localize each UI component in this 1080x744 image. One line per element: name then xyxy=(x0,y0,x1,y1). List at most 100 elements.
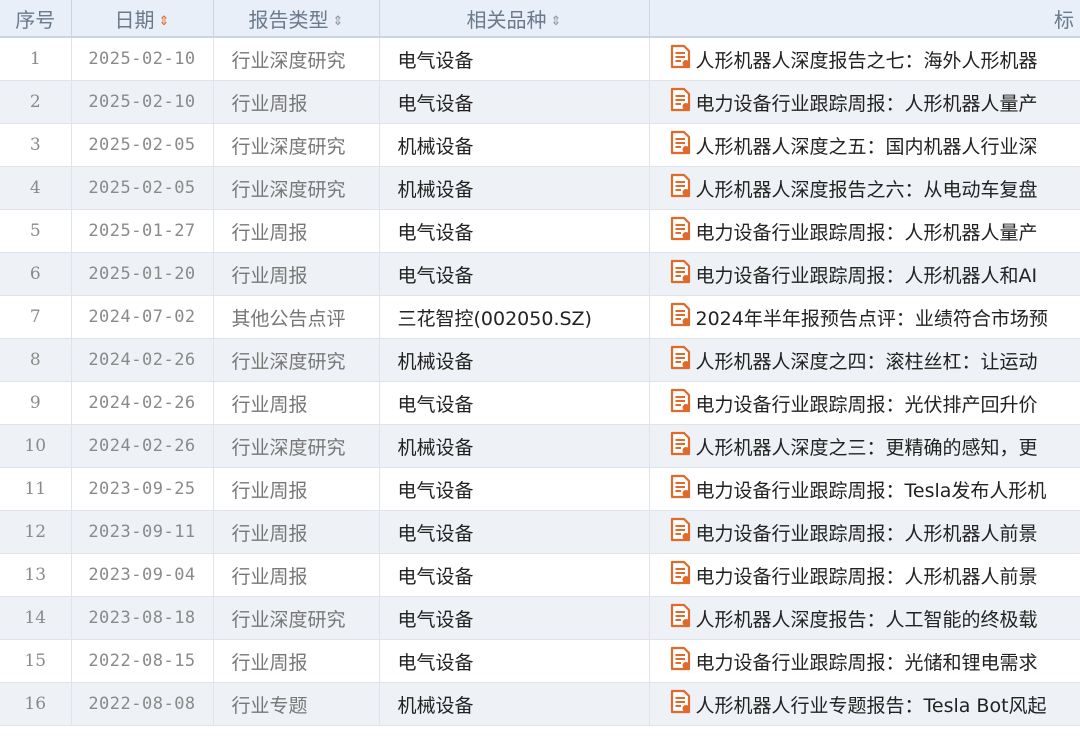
cell-text[interactable]: 电力设备行业跟踪周报：Tesla发布人形机 xyxy=(696,480,1047,502)
row-date: 2025-02-05 xyxy=(71,123,214,167)
sort-icon[interactable]: ⇕ xyxy=(333,14,344,29)
cell-text: 行业周报 xyxy=(231,522,308,545)
document-icon[interactable] xyxy=(670,173,692,199)
document-icon[interactable] xyxy=(670,302,692,328)
row-date: 2025-02-05 xyxy=(71,166,214,210)
row-number: 9 xyxy=(0,381,72,425)
row-title[interactable]: 电力设备行业跟踪周报：人形机器人和AI xyxy=(649,252,1080,296)
cell-text[interactable]: 电力设备行业跟踪周报：人形机器人量产 xyxy=(696,93,1038,115)
row-category[interactable]: 机械设备 xyxy=(379,424,650,468)
cell-text[interactable]: 电力设备行业跟踪周报：人形机器人前景 xyxy=(696,566,1038,588)
row-category[interactable]: 电气设备 xyxy=(379,80,650,124)
cell-text[interactable]: 人形机器人深度之三：更精确的感知，更 xyxy=(696,437,1038,459)
document-icon[interactable] xyxy=(670,44,692,70)
cell-text: 6 xyxy=(29,264,41,284)
row-category[interactable]: 电气设备 xyxy=(379,252,650,296)
cell-text: 11 xyxy=(24,479,47,499)
document-icon[interactable] xyxy=(670,560,692,586)
row-date: 2025-02-10 xyxy=(71,37,214,81)
document-icon[interactable] xyxy=(670,474,692,500)
cell-text[interactable]: 电力设备行业跟踪周报：人形机器人量产 xyxy=(696,222,1038,244)
row-date: 2022-08-08 xyxy=(71,682,214,726)
cell-text: 行业深度研究 xyxy=(231,135,346,158)
document-icon[interactable] xyxy=(670,388,692,414)
col-header-title: 标 xyxy=(649,0,1080,38)
cell-text[interactable]: 人形机器人深度报告之七：海外人形机器 xyxy=(696,50,1038,72)
row-title[interactable]: 人形机器人深度之四：滚柱丝杠：让运动 xyxy=(649,338,1080,382)
cell-text: 2 xyxy=(29,92,41,112)
cell-text[interactable]: 人形机器人深度报告：人工智能的终极载 xyxy=(696,609,1038,631)
row-category[interactable]: 电气设备 xyxy=(379,209,650,253)
cell-text[interactable]: 电力设备行业跟踪周报：人形机器人和AI xyxy=(696,265,1038,287)
document-icon[interactable] xyxy=(670,130,692,156)
row-number: 5 xyxy=(0,209,72,253)
document-icon[interactable] xyxy=(670,689,692,715)
row-category[interactable]: 电气设备 xyxy=(379,596,650,640)
table-row: 7 2024-07-02 其他公告点评 三花智控(002050.SZ) 2024… xyxy=(0,295,1080,339)
row-report-type: 行业周报 xyxy=(213,80,380,124)
row-title[interactable]: 电力设备行业跟踪周报：人形机器人量产 xyxy=(649,80,1080,124)
row-category[interactable]: 电气设备 xyxy=(379,381,650,425)
row-category[interactable]: 机械设备 xyxy=(379,123,650,167)
report-table: 序号 日期 ⇕ 报告类型 ⇕ 相关品种 ⇕ 标 1 2025-02-10 行业深度研究… xyxy=(0,0,1080,726)
row-category[interactable]: 电气设备 xyxy=(379,510,650,554)
row-title[interactable]: 人形机器人深度报告之六：从电动车复盘 xyxy=(649,166,1080,210)
row-category[interactable]: 电气设备 xyxy=(379,639,650,683)
cell-text[interactable]: 电力设备行业跟踪周报：人形机器人前景 xyxy=(696,523,1038,545)
table-row: 9 2024-02-26 行业周报 电气设备 电力设备行业跟踪周报：光伏排产回升… xyxy=(0,381,1080,425)
document-icon[interactable] xyxy=(670,646,692,672)
row-category[interactable]: 机械设备 xyxy=(379,166,650,210)
cell-text[interactable]: 人形机器人深度报告之六：从电动车复盘 xyxy=(696,179,1038,201)
document-icon[interactable] xyxy=(670,517,692,543)
row-title[interactable]: 2024年半年报预告点评：业绩符合市场预 xyxy=(649,295,1080,339)
row-category[interactable]: 机械设备 xyxy=(379,682,650,726)
document-icon[interactable] xyxy=(670,216,692,242)
cell-text[interactable]: 2024年半年报预告点评：业绩符合市场预 xyxy=(696,308,1048,330)
cell-text[interactable]: 人形机器人深度之五：国内机器人行业深 xyxy=(696,136,1038,158)
row-date: 2023-08-18 xyxy=(71,596,214,640)
sort-icon[interactable]: ⇕ xyxy=(551,14,562,29)
row-title[interactable]: 人形机器人行业专题报告：Tesla Bot风起 xyxy=(649,682,1080,726)
row-number: 2 xyxy=(0,80,72,124)
row-number: 1 xyxy=(0,37,72,81)
cell-text: 2024-02-26 xyxy=(88,393,196,413)
row-title[interactable]: 人形机器人深度之三：更精确的感知，更 xyxy=(649,424,1080,468)
document-icon[interactable] xyxy=(670,259,692,285)
col-header-date[interactable]: 日期 ⇕ xyxy=(71,0,214,38)
cell-text[interactable]: 人形机器人行业专题报告：Tesla Bot风起 xyxy=(696,695,1047,717)
document-icon[interactable] xyxy=(670,87,692,113)
cell-text[interactable]: 电力设备行业跟踪周报：光伏排产回升价 xyxy=(696,394,1038,416)
cell-text: 行业周报 xyxy=(231,92,308,115)
cell-text[interactable]: 电力设备行业跟踪周报：光储和锂电需求 xyxy=(696,652,1038,674)
document-icon[interactable] xyxy=(670,345,692,371)
document-icon[interactable] xyxy=(670,603,692,629)
row-title[interactable]: 电力设备行业跟踪周报：人形机器人前景 xyxy=(649,510,1080,554)
cell-text: 2025-02-10 xyxy=(88,49,196,69)
cell-text: 2023-09-11 xyxy=(88,522,196,542)
row-title[interactable]: 人形机器人深度报告：人工智能的终极载 xyxy=(649,596,1080,640)
row-title[interactable]: 电力设备行业跟踪周报：光伏排产回升价 xyxy=(649,381,1080,425)
cell-text: 电气设备 xyxy=(397,651,474,674)
col-header-type[interactable]: 报告类型 ⇕ xyxy=(213,0,380,38)
row-report-type: 行业周报 xyxy=(213,553,380,597)
row-category[interactable]: 电气设备 xyxy=(379,37,650,81)
row-title[interactable]: 电力设备行业跟踪周报：光储和锂电需求 xyxy=(649,639,1080,683)
row-title[interactable]: 电力设备行业跟踪周报：人形机器人前景 xyxy=(649,553,1080,597)
row-title[interactable]: 电力设备行业跟踪周报：人形机器人量产 xyxy=(649,209,1080,253)
row-category[interactable]: 三花智控(002050.SZ) xyxy=(379,295,650,339)
row-report-type: 其他公告点评 xyxy=(213,295,380,339)
sort-icon[interactable]: ⇕ xyxy=(159,14,170,29)
cell-text[interactable]: 人形机器人深度之四：滚柱丝杠：让运动 xyxy=(696,351,1038,373)
document-icon[interactable] xyxy=(670,431,692,457)
row-category[interactable]: 电气设备 xyxy=(379,467,650,511)
col-header-category[interactable]: 相关品种 ⇕ xyxy=(379,0,650,38)
row-report-type: 行业深度研究 xyxy=(213,338,380,382)
row-category[interactable]: 电气设备 xyxy=(379,553,650,597)
row-title[interactable]: 人形机器人深度报告之七：海外人形机器 xyxy=(649,37,1080,81)
table-row: 16 2022-08-08 行业专题 机械设备 人形机器人行业专题报告：Tesl… xyxy=(0,682,1080,726)
row-title[interactable]: 人形机器人深度之五：国内机器人行业深 xyxy=(649,123,1080,167)
row-title[interactable]: 电力设备行业跟踪周报：Tesla发布人形机 xyxy=(649,467,1080,511)
cell-text: 2022-08-08 xyxy=(88,694,196,714)
row-category[interactable]: 机械设备 xyxy=(379,338,650,382)
cell-text: 行业专题 xyxy=(231,694,308,717)
